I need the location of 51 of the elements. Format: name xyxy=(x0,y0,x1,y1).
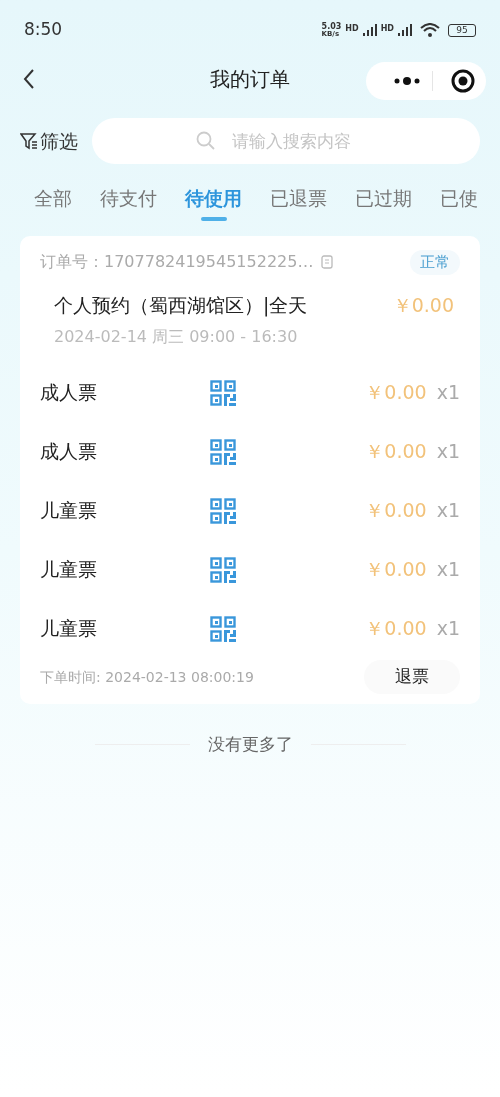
more-icon[interactable] xyxy=(394,77,420,85)
copy-icon[interactable] xyxy=(321,255,334,270)
network-type: HD xyxy=(380,22,394,35)
filter-button[interactable]: 筛选 xyxy=(20,126,78,156)
status-badge: 正常 xyxy=(410,250,460,275)
network-speed: 5.03 xyxy=(321,22,342,31)
end-of-list-note: 没有更多了 xyxy=(207,733,293,756)
ticket-quantity: x1 xyxy=(436,498,460,524)
order-schedule: 2024-02-14 周三 09:00 - 16:30 xyxy=(54,327,298,346)
ticket-type: 儿童票 xyxy=(40,616,98,642)
ticket-price: ￥0.00 xyxy=(365,616,427,642)
search-icon xyxy=(196,131,216,151)
network-type: HD xyxy=(345,22,359,35)
ticket-type: 成人票 xyxy=(40,439,98,465)
tab[interactable]: 全部 xyxy=(34,184,72,213)
tab[interactable]: 已过期 xyxy=(355,184,412,213)
order-title: 个人预约（蜀西湖馆区）|全天 xyxy=(54,292,308,319)
ticket-quantity: x1 xyxy=(436,380,460,406)
ticket-type: 成人票 xyxy=(40,380,98,406)
signal-icon xyxy=(362,24,377,36)
tab[interactable]: 已退票 xyxy=(270,184,327,213)
ticket-quantity: x1 xyxy=(436,616,460,642)
ticket-price: ￥0.00 xyxy=(365,439,427,465)
status-time: 8:50 xyxy=(24,18,63,42)
search-field[interactable]: 请输入搜索内容 xyxy=(92,118,480,164)
ticket-price: ￥0.00 xyxy=(365,557,427,583)
filter-icon xyxy=(20,132,38,150)
ticket-price: ￥0.00 xyxy=(365,498,427,524)
ticket-quantity: x1 xyxy=(436,439,460,465)
ticket-type: 儿童票 xyxy=(40,498,98,524)
ticket-price: ￥0.00 xyxy=(365,380,427,406)
page-title: 我的订单 xyxy=(210,66,290,93)
back-icon[interactable] xyxy=(22,68,36,90)
refund-button[interactable]: 退票 xyxy=(364,660,460,694)
battery-indicator: 95 xyxy=(448,23,476,37)
order-number: 订单号：1707782419545152225… xyxy=(40,251,314,274)
qr-code-icon[interactable] xyxy=(209,556,236,583)
wifi-icon xyxy=(420,23,440,37)
order-price: ￥0.00 xyxy=(392,292,454,318)
tab[interactable]: 待支付 xyxy=(100,184,157,213)
qr-code-icon[interactable] xyxy=(209,615,236,642)
qr-code-icon[interactable] xyxy=(209,438,236,465)
signal-icon xyxy=(398,24,412,36)
ticket-quantity: x1 xyxy=(436,557,460,583)
tab[interactable]: 待使用 xyxy=(185,184,242,213)
tab[interactable]: 已使 xyxy=(440,184,478,213)
qr-code-icon[interactable] xyxy=(209,497,236,524)
qr-code-icon[interactable] xyxy=(209,379,236,406)
order-time: 下单时间: 2024-02-13 08:00:19 xyxy=(40,667,254,687)
ticket-type: 儿童票 xyxy=(40,557,98,583)
tab-indicator xyxy=(200,216,227,221)
